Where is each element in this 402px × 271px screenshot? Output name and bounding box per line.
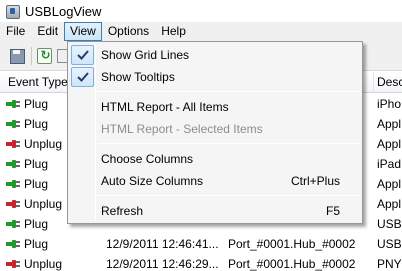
event-type-cell: Unplug [4,254,104,271]
menu-item-label: Choose Columns [101,152,194,166]
menu-show-grid-lines[interactable]: Show Grid Lines [70,44,360,66]
description-cell: USB [377,217,402,231]
menu-choose-columns[interactable]: Choose Columns [70,148,360,170]
table-row[interactable]: Plug 12/9/2011 12:46:41... Port_#0001.Hub_… [0,234,402,254]
menu-separator [98,143,360,144]
menu-help[interactable]: Help [155,22,192,41]
table-row[interactable]: Unplug 12/9/2011 12:46:29... Port_#0001.Hu… [0,254,402,271]
menu-item-shortcut: Ctrl+Plus [290,174,340,188]
menu-separator [98,91,360,92]
app-window: USBLogView File Edit View Options Help ↻… [0,0,402,271]
event-type-text: Plug [24,97,49,111]
menu-bar: File Edit View Options Help [0,22,402,41]
menu-item-label: Auto Size Columns [101,174,204,188]
app-icon [5,4,20,19]
menu-html-report-selected: HTML Report - Selected Items [70,118,360,140]
plug-green-icon [5,97,21,111]
event-type-text: Unplug [24,137,63,151]
event-date-cell: 12/9/2011 12:46:29... [106,257,219,271]
description-cell: iPad [377,157,402,171]
description-cell: USB [377,237,402,251]
plug-green-icon [5,157,21,171]
menu-show-tooltips[interactable]: Show Tooltips [70,66,360,88]
plug-green-icon [5,117,21,131]
menu-item-label: HTML Report - All Items [101,100,229,114]
menu-options[interactable]: Options [102,22,155,41]
plug-green-icon [5,177,21,191]
description-cell: iPho [377,97,402,111]
plug-green-icon [5,217,21,231]
view-menu-dropdown: Show Grid Lines Show Tooltips HTML Report … [67,41,363,224]
port-cell: Port_#0001.Hub_#0002 [228,257,356,271]
menu-item-shortcut: F5 [325,204,340,218]
menu-edit[interactable]: Edit [31,22,64,41]
column-header-description[interactable]: Desc [374,72,402,93]
menu-item-label: Show Grid Lines [101,48,190,62]
refresh-icon[interactable]: ↻ [37,47,52,64]
menu-view[interactable]: View [64,22,102,41]
port-cell: Port_#0001.Hub_#0002 [228,237,356,251]
menu-file[interactable]: File [0,22,31,41]
description-cell: Appl [377,137,402,151]
event-date-cell: 12/9/2011 12:46:41... [106,237,219,251]
menu-item-label: Show Tooltips [101,70,175,84]
event-type-text: Plug [24,177,49,191]
event-type-text: Unplug [24,197,63,211]
description-cell: Appl [377,177,402,191]
menu-item-label: HTML Report - Selected Items [101,122,263,136]
menu-html-report-all[interactable]: HTML Report - All Items [70,96,360,118]
menu-auto-size-columns[interactable]: Auto Size Columns Ctrl+Plus [70,170,360,192]
menu-refresh[interactable]: Refresh F5 [70,200,360,222]
plug-red-icon [5,197,21,211]
description-cell: PNY [377,257,402,271]
title-bar[interactable]: USBLogView [0,0,402,22]
checkmark-icon [71,67,94,87]
menu-item-label: Refresh [101,204,144,218]
save-icon[interactable] [8,47,26,65]
event-type-text: Plug [24,117,49,131]
toolbar-separator [31,46,32,65]
plug-red-icon [5,257,21,271]
event-type-text: Plug [24,157,49,171]
event-type-text: Unplug [24,257,63,271]
menu-separator [98,195,360,196]
event-type-text: Plug [24,217,49,231]
description-cell: Appl [377,117,402,131]
description-cell: Appl [377,197,402,211]
plug-green-icon [5,237,21,251]
event-type-text: Plug [24,237,49,251]
checkmark-icon [71,45,94,65]
plug-red-icon [5,137,21,151]
window-title: USBLogView [25,3,102,19]
event-type-cell: Plug [4,234,104,254]
